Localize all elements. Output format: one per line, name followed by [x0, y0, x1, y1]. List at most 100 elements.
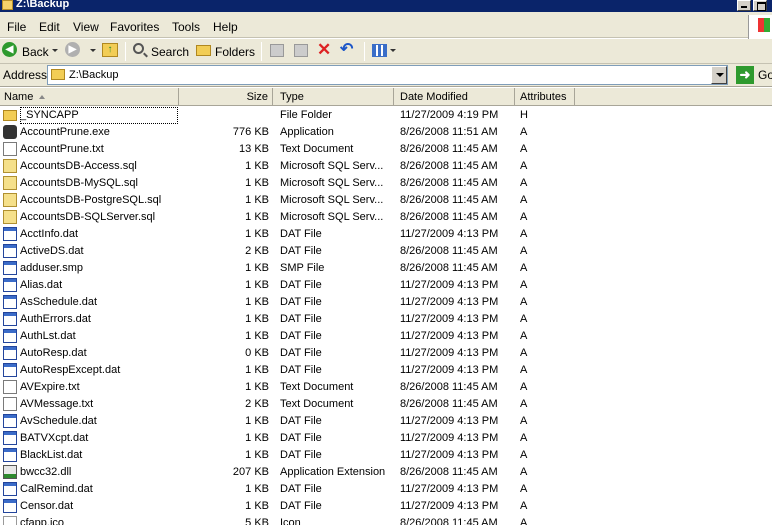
- file-row[interactable]: AccountPrune.txt 13 KB Text Document 8/26/2…: [0, 141, 772, 158]
- file-row[interactable]: AuthErrors.dat 1 KB DAT File 11/27/2009 4:1…: [0, 311, 772, 328]
- column-header-attributes[interactable]: Attributes: [515, 88, 575, 106]
- file-type: DAT File: [280, 313, 322, 325]
- views-icon[interactable]: [372, 44, 387, 57]
- file-row[interactable]: AVMessage.txt 2 KB Text Document 8/26/2008 …: [0, 396, 772, 413]
- file-size: 207 KB: [232, 466, 269, 478]
- file-row[interactable]: Censor.dat 1 KB DAT File 11/27/2009 4:13 PM…: [0, 498, 772, 515]
- folder-icon: [2, 0, 13, 10]
- file-name: cfapp.ico: [20, 517, 65, 525]
- file-attributes: A: [520, 143, 528, 155]
- file-row[interactable]: AccountPrune.exe 776 KB Application 8/26/20…: [0, 124, 772, 141]
- address-value[interactable]: Z:\Backup: [69, 69, 119, 81]
- file-row[interactable]: BATVXcpt.dat 1 KB DAT File 11/27/2009 4:13 …: [0, 430, 772, 447]
- menu-help[interactable]: Help: [213, 20, 238, 34]
- file-row[interactable]: BlackList.dat 1 KB DAT File 11/27/2009 4:13…: [0, 447, 772, 464]
- file-row[interactable]: _SYNCAPP File Folder 11/27/2009 4:19 PM H: [0, 107, 772, 124]
- file-list[interactable]: _SYNCAPP File Folder 11/27/2009 4:19 PM H Ac…: [0, 107, 772, 525]
- copy-to-icon[interactable]: [294, 44, 308, 57]
- search-icon[interactable]: [133, 43, 144, 54]
- file-row[interactable]: AccountsDB-MySQL.sql 1 KB Microsoft SQL Se…: [0, 175, 772, 192]
- back-button[interactable]: Back: [22, 42, 49, 62]
- file-size: 776 KB: [232, 126, 269, 138]
- file-type: File Folder: [280, 109, 332, 121]
- file-row[interactable]: AvSchedule.dat 1 KB DAT File 11/27/2009 4:1…: [0, 413, 772, 430]
- folders-icon[interactable]: [196, 45, 211, 56]
- delete-icon[interactable]: ✕: [317, 41, 331, 59]
- address-dropdown-button[interactable]: [711, 66, 727, 84]
- file-name: bwcc32.dll: [20, 466, 72, 478]
- file-type: SMP File: [280, 262, 325, 274]
- file-row[interactable]: Alias.dat 1 KB DAT File 11/27/2009 4:13 PM A: [0, 277, 772, 294]
- file-type: DAT File: [280, 296, 322, 308]
- file-row[interactable]: AutoResp.dat 0 KB DAT File 11/27/2009 4:13 …: [0, 345, 772, 362]
- file-row[interactable]: ActiveDS.dat 2 KB DAT File 8/26/2008 11:45 …: [0, 243, 772, 260]
- file-type: DAT File: [280, 432, 322, 444]
- file-row[interactable]: bwcc32.dll 207 KB Application Extension 8/2…: [0, 464, 772, 481]
- file-name: BATVXcpt.dat: [20, 432, 89, 444]
- file-type: DAT File: [280, 449, 322, 461]
- file-row[interactable]: AccountsDB-Access.sql 1 KB Microsoft SQL S…: [0, 158, 772, 175]
- dll-file-icon: [3, 465, 17, 479]
- menu-favorites[interactable]: Favorites: [110, 20, 159, 34]
- up-folder-icon[interactable]: ↑: [102, 43, 118, 57]
- file-size: 1 KB: [245, 194, 269, 206]
- file-size: 1 KB: [245, 177, 269, 189]
- move-to-icon[interactable]: [270, 44, 284, 57]
- file-size: 2 KB: [245, 245, 269, 257]
- dat-file-icon: [3, 482, 17, 496]
- file-row[interactable]: adduser.smp 1 KB SMP File 8/26/2008 11:45 A…: [0, 260, 772, 277]
- undo-icon[interactable]: ↶: [340, 41, 353, 59]
- file-row[interactable]: AuthLst.dat 1 KB DAT File 11/27/2009 4:13 P…: [0, 328, 772, 345]
- menu-tools[interactable]: Tools: [172, 20, 200, 34]
- address-input[interactable]: Z:\Backup: [47, 65, 728, 85]
- file-attributes: A: [520, 126, 528, 138]
- menu-view[interactable]: View: [73, 20, 99, 34]
- file-size: 1 KB: [245, 330, 269, 342]
- forward-dropdown-icon[interactable]: [90, 49, 96, 52]
- file-date-modified: 8/26/2008 11:45 AM: [400, 160, 498, 172]
- maximize-button[interactable]: [753, 0, 767, 11]
- menu-file[interactable]: File: [7, 20, 26, 34]
- back-dropdown-icon[interactable]: [52, 49, 58, 52]
- dat-file-icon: [3, 499, 17, 513]
- column-header-size[interactable]: Size: [179, 88, 273, 106]
- file-type: Microsoft SQL Serv...: [280, 160, 384, 172]
- address-label: Address: [3, 68, 48, 82]
- file-type: Microsoft SQL Serv...: [280, 194, 384, 206]
- file-date-modified: 11/27/2009 4:13 PM: [400, 500, 499, 512]
- go-arrow-icon[interactable]: ➜: [736, 66, 754, 84]
- file-name: BlackList.dat: [20, 449, 83, 461]
- file-size: 1 KB: [245, 279, 269, 291]
- file-attributes: A: [520, 262, 528, 274]
- minimize-button[interactable]: [737, 0, 751, 11]
- column-header-type[interactable]: Type: [273, 88, 394, 106]
- title-bar[interactable]: Z:\Backup: [0, 0, 772, 12]
- search-button[interactable]: Search: [151, 42, 189, 62]
- file-row[interactable]: AsSchedule.dat 1 KB DAT File 11/27/2009 4:1…: [0, 294, 772, 311]
- column-header-date-modified[interactable]: Date Modified: [394, 88, 515, 106]
- forward-arrow-icon[interactable]: ▶: [65, 42, 80, 57]
- file-size: 1 KB: [245, 262, 269, 274]
- file-date-modified: 8/26/2008 11:45 AM: [400, 466, 498, 478]
- file-row[interactable]: AccountsDB-PostgreSQL.sql 1 KB Microsoft S…: [0, 192, 772, 209]
- go-button[interactable]: Go: [758, 68, 772, 82]
- menu-edit[interactable]: Edit: [39, 20, 60, 34]
- file-row[interactable]: AccountsDB-SQLServer.sql 1 KB Microsoft SQ…: [0, 209, 772, 226]
- file-row[interactable]: cfapp.ico 5 KB Icon 8/26/2008 11:45 AM A: [0, 515, 772, 525]
- file-row[interactable]: AcctInfo.dat 1 KB DAT File 11/27/2009 4:13 …: [0, 226, 772, 243]
- file-attributes: A: [520, 228, 528, 240]
- column-header-label: Name: [4, 91, 34, 103]
- back-arrow-icon[interactable]: ◀: [2, 42, 17, 57]
- file-row[interactable]: CalRemind.dat 1 KB DAT File 11/27/2009 4:13…: [0, 481, 772, 498]
- folders-button[interactable]: Folders: [215, 42, 255, 62]
- file-row[interactable]: AVExpire.txt 1 KB Text Document 8/26/2008 1…: [0, 379, 772, 396]
- file-size: [179, 107, 269, 124]
- file-row[interactable]: AutoRespExcept.dat 1 KB DAT File 11/27/2009…: [0, 362, 772, 379]
- file-date-modified: 11/27/2009 4:13 PM: [400, 228, 499, 240]
- file-attributes: A: [520, 347, 528, 359]
- file-date-modified: 11/27/2009 4:13 PM: [400, 415, 499, 427]
- column-header-name[interactable]: Name: [0, 88, 179, 106]
- views-dropdown-icon[interactable]: [390, 49, 396, 52]
- folder-icon: [51, 69, 65, 80]
- file-attributes: A: [520, 296, 528, 308]
